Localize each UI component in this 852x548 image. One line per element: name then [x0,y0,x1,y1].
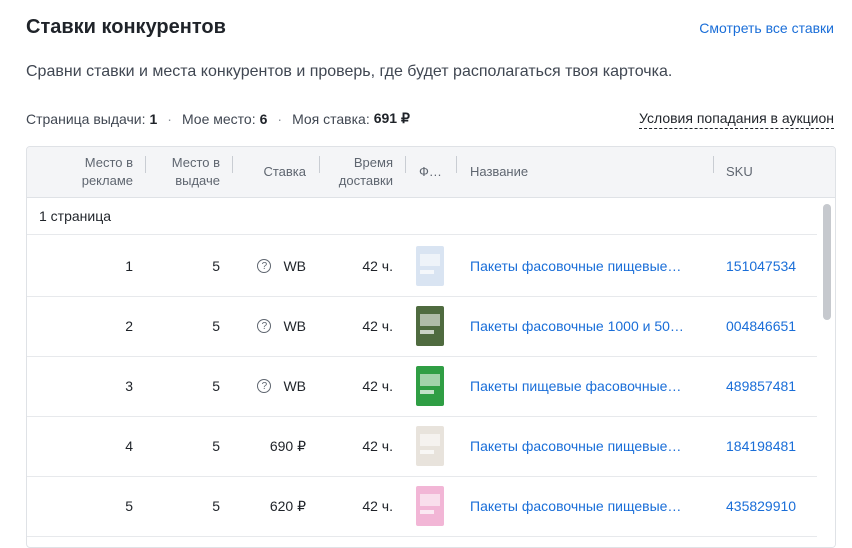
column-divider [456,156,457,173]
question-icon[interactable]: ? [257,379,272,393]
ad-place-cell: 2 [125,318,133,334]
delivery-cell: 42 ч. [362,258,393,274]
product-thumbnail[interactable] [414,244,446,288]
product-name-link[interactable]: Пакеты фасовочные 1000 и 50… [470,318,684,334]
product-name-link[interactable]: Пакеты пищевые фасовочные… [470,378,681,394]
column-photo[interactable]: Ф… [419,147,449,197]
search-place-cell: 5 [212,318,220,334]
search-place-cell: 5 [212,498,220,514]
column-name[interactable]: Название [470,147,670,197]
scrollbar-thumb[interactable] [823,204,831,320]
page-value: 1 [149,110,158,127]
place-label: Мое место: [181,110,256,127]
page-group-row: 1 страница [27,198,817,235]
separator-dot: · [277,110,283,127]
ad-place-cell: 4 [125,438,133,454]
competitors-table: Место в рекламе Место в выдаче Ставка Врем… [26,146,836,548]
delivery-cell: 42 ч. [362,318,393,334]
sku-cell[interactable]: 151047534 [726,236,808,296]
bid-cell: ? WB [242,236,306,296]
product-thumbnail[interactable] [414,304,446,348]
sku-link[interactable]: 489857481 [726,378,796,394]
section-title: Ставки конкурентов [26,16,226,38]
bid-value: 691 ₽ [373,110,410,126]
table-row[interactable]: 4 5 690 ₽ 42 ч. Пакеты фасовочные пищевые… 18… [27,416,817,477]
product-name-cell[interactable]: Пакеты фасовочные пищевые… [470,416,698,476]
bid-cell: ? WB [242,356,306,416]
sku-cell[interactable]: 004846651 [726,296,808,356]
sku-link[interactable]: 184198481 [726,438,796,454]
column-divider [319,156,320,173]
product-name-cell[interactable]: Пакеты фасовочные пищевые… [470,476,698,536]
product-name-cell[interactable]: Пакеты фасовочные 1000 и 50… [470,296,698,356]
column-divider [713,156,714,173]
ad-place-cell: 3 [125,378,133,394]
see-all-bids-link[interactable]: Смотреть все ставки [699,20,834,36]
column-divider [405,156,406,173]
product-name-link[interactable]: Пакеты фасовочные пищевые… [470,258,681,274]
product-thumbnail[interactable] [414,424,446,468]
table-row[interactable]: 1 5 ? WB 42 ч. Пакеты фасовочные пищевые… 1510… [27,236,817,297]
place-value: 6 [259,110,268,127]
product-name-link[interactable]: Пакеты фасовочные пищевые… [470,498,681,514]
ad-place-cell: 5 [125,498,133,514]
separator-dot: · [167,110,172,127]
table-header: Место в рекламе Место в выдаче Ставка Врем… [27,147,835,198]
bid-cell: 620 ₽ [269,497,306,514]
ad-place-cell: 1 [125,258,133,274]
sku-link[interactable]: 004846651 [726,318,796,334]
bid-cell: 690 ₽ [269,437,306,454]
my-stats: Страница выдачи: 1 · Мое место: 6 · Моя … [26,110,410,127]
table-row[interactable]: 5 5 620 ₽ 42 ч. Пакеты фасовочные пищевые… 43… [27,476,817,537]
column-divider [232,156,233,173]
product-thumbnail[interactable] [414,484,446,528]
column-sku[interactable]: SKU [726,147,806,197]
bid-label: Моя ставка: [292,110,370,127]
column-ad-place[interactable]: Место в рекламе [67,147,133,197]
delivery-cell: 42 ч. [362,498,393,514]
column-search-place[interactable]: Место в выдаче [155,147,220,197]
sku-cell[interactable]: 489857481 [726,356,808,416]
sku-cell[interactable]: 184198481 [726,416,808,476]
section-subtitle: Сравни ставки и места конкурентов и пров… [26,63,673,80]
column-delivery[interactable]: Время доставки [329,147,393,197]
product-thumbnail[interactable] [414,364,446,408]
auction-conditions-link[interactable]: Условия попадания в аукцион [639,110,834,129]
product-name-cell[interactable]: Пакеты пищевые фасовочные… [470,356,698,416]
delivery-cell: 42 ч. [362,378,393,394]
search-place-cell: 5 [212,438,220,454]
table-row[interactable]: 2 5 ? WB 42 ч. Пакеты фасовочные 1000 и 50… 00… [27,296,817,357]
delivery-cell: 42 ч. [362,438,393,454]
sku-cell[interactable]: 435829910 [726,476,808,536]
table-row[interactable]: 3 5 ? WB 42 ч. Пакеты пищевые фасовочные… 4898… [27,356,817,417]
product-name-cell[interactable]: Пакеты фасовочные пищевые… [470,236,698,296]
product-name-link[interactable]: Пакеты фасовочные пищевые… [470,438,681,454]
column-bid[interactable]: Ставка [242,147,306,197]
column-divider [145,156,146,173]
page-label: Страница выдачи: [26,110,146,127]
table-scrollbar[interactable] [819,198,835,547]
question-icon[interactable]: ? [257,319,272,333]
bid-cell: ? WB [242,296,306,356]
search-place-cell: 5 [212,258,220,274]
search-place-cell: 5 [212,378,220,394]
sku-link[interactable]: 435829910 [726,498,796,514]
question-icon[interactable]: ? [257,259,272,273]
sku-link[interactable]: 151047534 [726,258,796,274]
